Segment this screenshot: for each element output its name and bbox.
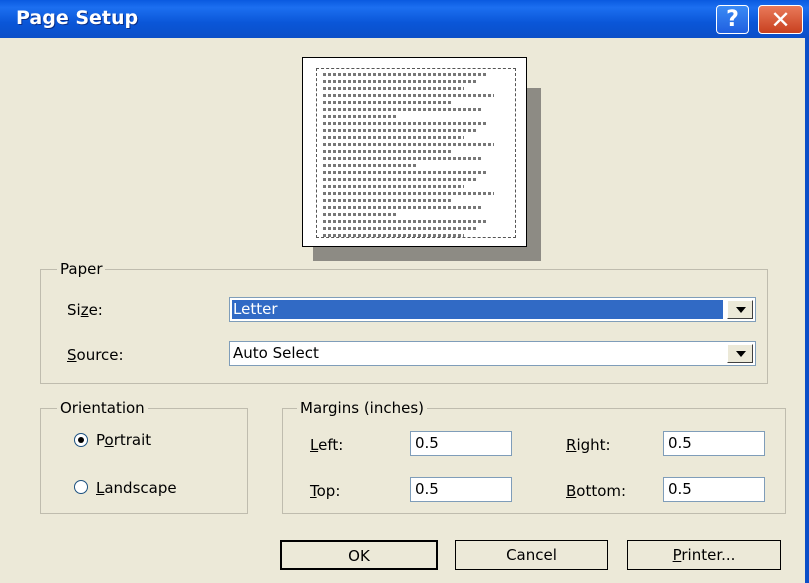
size-dropdown-arrow-icon[interactable] bbox=[727, 300, 753, 319]
preview-text-line bbox=[323, 199, 454, 202]
title-bar[interactable]: Page Setup ? ✕ bbox=[0, 0, 809, 38]
preview-text-line bbox=[323, 220, 487, 223]
source-label: Source: bbox=[67, 346, 124, 364]
preview-text-line bbox=[323, 213, 398, 216]
preview-text-line bbox=[323, 171, 487, 174]
preview-text-line bbox=[323, 185, 465, 188]
paper-group-label: Paper bbox=[57, 260, 106, 278]
question-icon: ? bbox=[726, 7, 739, 32]
preview-text-line bbox=[323, 157, 482, 160]
portrait-radio[interactable] bbox=[74, 433, 88, 447]
bottom-margin-value: 0.5 bbox=[668, 480, 692, 498]
close-button[interactable]: ✕ bbox=[758, 5, 803, 34]
left-margin-value: 0.5 bbox=[415, 434, 439, 452]
source-dropdown-arrow-icon[interactable] bbox=[727, 344, 753, 363]
preview-text-line bbox=[323, 164, 416, 167]
top-margin-value: 0.5 bbox=[415, 480, 439, 498]
preview-text-line bbox=[323, 101, 454, 104]
portrait-label[interactable]: Portrait bbox=[96, 431, 151, 449]
page-setup-dialog: Page Setup ? ✕ Paper Size: Letter Source… bbox=[0, 0, 809, 583]
help-button[interactable]: ? bbox=[716, 5, 749, 34]
right-margin-input[interactable]: 0.5 bbox=[663, 431, 765, 456]
page-preview bbox=[302, 57, 527, 247]
preview-text-line bbox=[323, 143, 495, 146]
preview-text-line bbox=[323, 136, 465, 139]
preview-text-line bbox=[323, 87, 465, 90]
window-title: Page Setup bbox=[16, 7, 139, 29]
bottom-margin-label: Bottom: bbox=[566, 482, 627, 500]
preview-text-line bbox=[323, 73, 487, 76]
orientation-group bbox=[40, 408, 248, 514]
preview-text-line bbox=[323, 108, 482, 111]
preview-text-line bbox=[323, 150, 454, 153]
preview-text-line bbox=[323, 234, 465, 237]
close-icon: ✕ bbox=[770, 6, 791, 34]
preview-text-line bbox=[323, 122, 487, 125]
preview-text-line bbox=[323, 206, 482, 209]
preview-text-line bbox=[323, 227, 476, 230]
left-margin-label: Left: bbox=[310, 436, 344, 454]
paper-group bbox=[40, 269, 768, 384]
margins-group-label: Margins (inches) bbox=[297, 399, 427, 417]
bottom-margin-input[interactable]: 0.5 bbox=[663, 477, 765, 502]
ok-button[interactable]: OK bbox=[280, 540, 438, 570]
size-selection-highlight bbox=[232, 300, 723, 319]
top-margin-label: Top: bbox=[310, 482, 341, 500]
preview-text-line bbox=[323, 80, 476, 83]
size-value: Letter bbox=[233, 300, 278, 318]
preview-text-line bbox=[323, 115, 398, 118]
preview-text-line bbox=[323, 129, 476, 132]
right-margin-label: Right: bbox=[566, 436, 611, 454]
top-margin-input[interactable]: 0.5 bbox=[410, 477, 512, 502]
window-frame-edge bbox=[805, 38, 809, 583]
orientation-group-label: Orientation bbox=[57, 399, 148, 417]
preview-text-area bbox=[316, 68, 516, 238]
printer-button[interactable]: Printer... bbox=[627, 540, 781, 570]
preview-text-line bbox=[323, 178, 476, 181]
preview-text-line bbox=[323, 94, 495, 97]
landscape-label[interactable]: Landscape bbox=[96, 479, 177, 497]
cancel-button[interactable]: Cancel bbox=[455, 540, 608, 570]
right-margin-value: 0.5 bbox=[668, 434, 692, 452]
size-combo[interactable]: Letter bbox=[229, 297, 756, 322]
source-value: Auto Select bbox=[233, 344, 319, 362]
landscape-radio[interactable] bbox=[74, 480, 88, 494]
size-label: Size: bbox=[67, 301, 103, 319]
source-combo[interactable]: Auto Select bbox=[229, 341, 756, 366]
preview-text-line bbox=[323, 192, 495, 195]
left-margin-input[interactable]: 0.5 bbox=[410, 431, 512, 456]
